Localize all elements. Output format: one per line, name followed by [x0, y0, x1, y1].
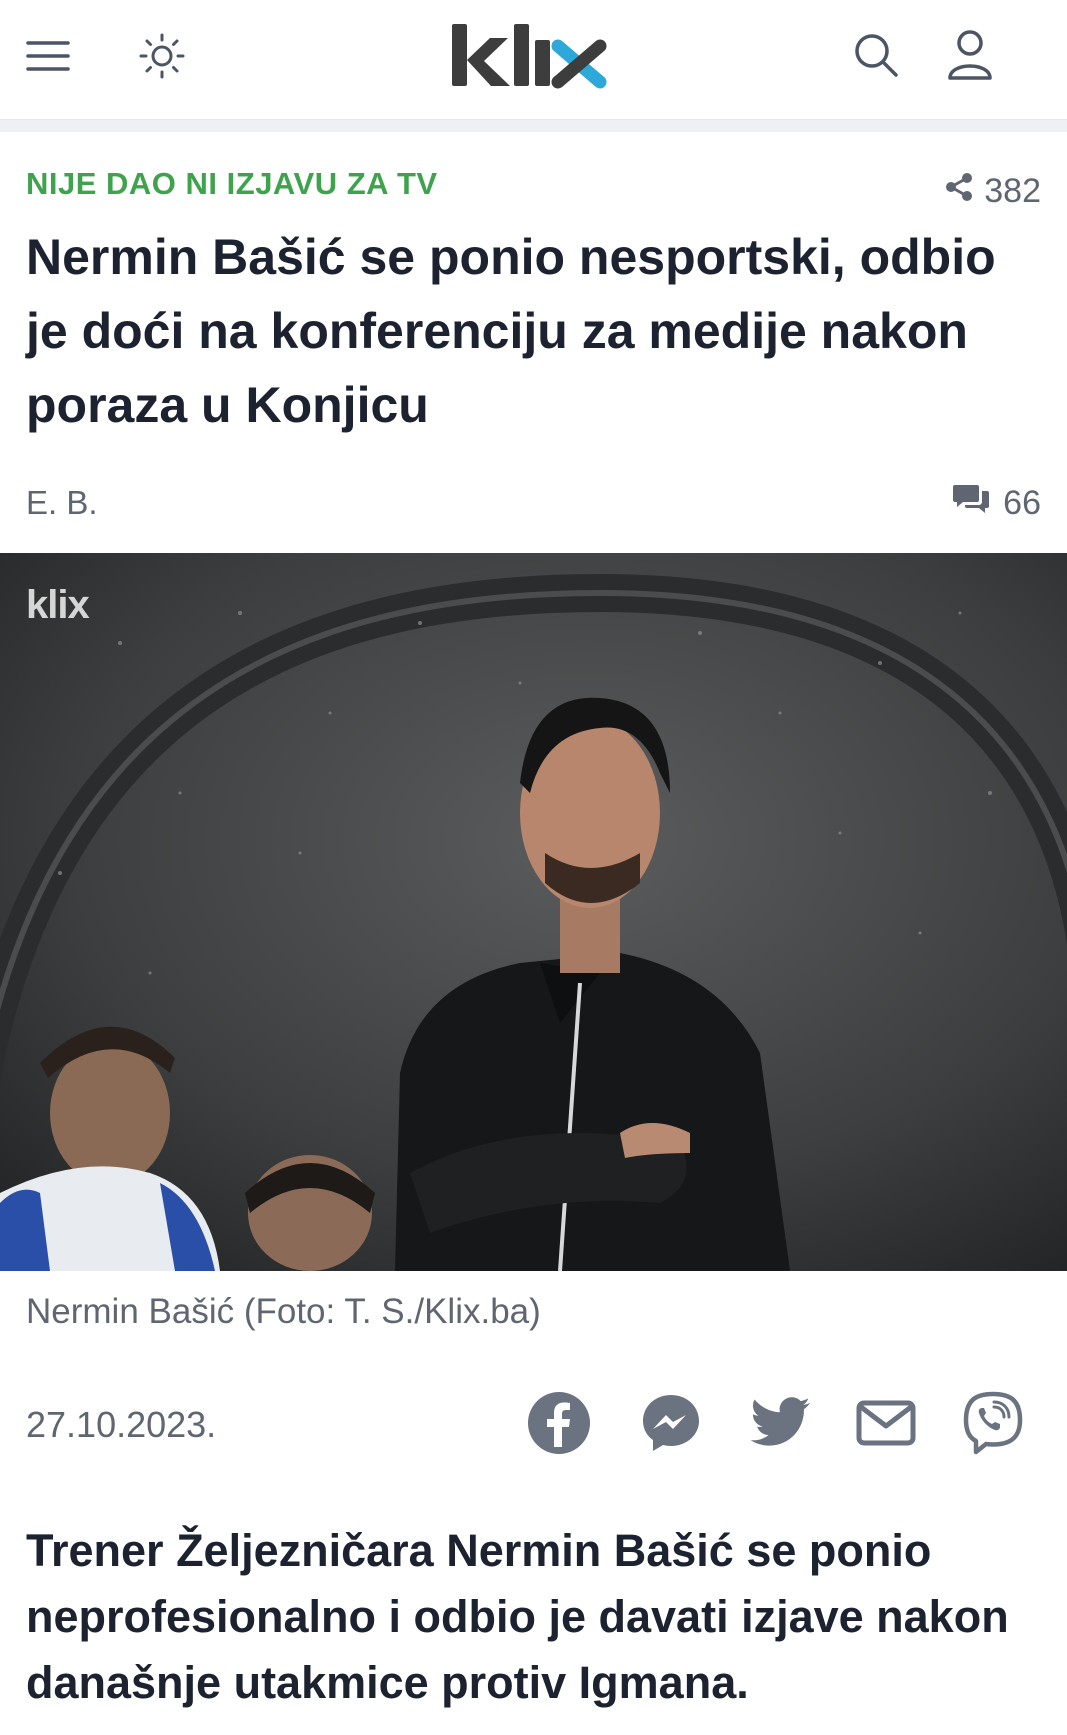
article-author: E. B. — [26, 484, 98, 521]
share-icon — [944, 172, 974, 211]
email-icon[interactable] — [851, 1388, 921, 1458]
share-count-value: 382 — [984, 172, 1041, 210]
share-buttons — [524, 1388, 1044, 1458]
comment-count-value: 66 — [1003, 484, 1041, 522]
article-lead: Trener Željezničara Nermin Bašić se poni… — [26, 1525, 1009, 1708]
article-date: 27.10.2023. — [26, 1404, 217, 1445]
header-divider — [0, 120, 1067, 132]
klix-logo[interactable] — [450, 20, 610, 92]
search-icon[interactable] — [843, 22, 909, 88]
photo-caption: Nermin Bašić (Foto: T. S./Klix.ba) — [26, 1292, 541, 1331]
facebook-icon[interactable] — [524, 1388, 594, 1458]
viber-icon[interactable] — [958, 1388, 1028, 1458]
user-icon[interactable] — [937, 22, 1003, 88]
article-photo[interactable]: klix — [0, 553, 1067, 1271]
messenger-icon[interactable] — [636, 1388, 706, 1458]
share-count[interactable]: 382 — [944, 172, 1041, 211]
comments-link[interactable]: 66 — [953, 482, 1041, 525]
article-kicker: NIJE DAO NI IZJAVU ZA TV — [26, 166, 438, 201]
hamburger-menu-icon[interactable] — [18, 26, 78, 86]
twitter-icon[interactable] — [745, 1388, 815, 1458]
comments-icon — [953, 482, 991, 525]
article-title: Nermin Bašić se ponio nesportski, odbio … — [26, 229, 996, 433]
sun-icon[interactable] — [132, 26, 192, 86]
photo-watermark: klix — [26, 583, 90, 627]
top-navigation-bar — [0, 0, 1067, 120]
